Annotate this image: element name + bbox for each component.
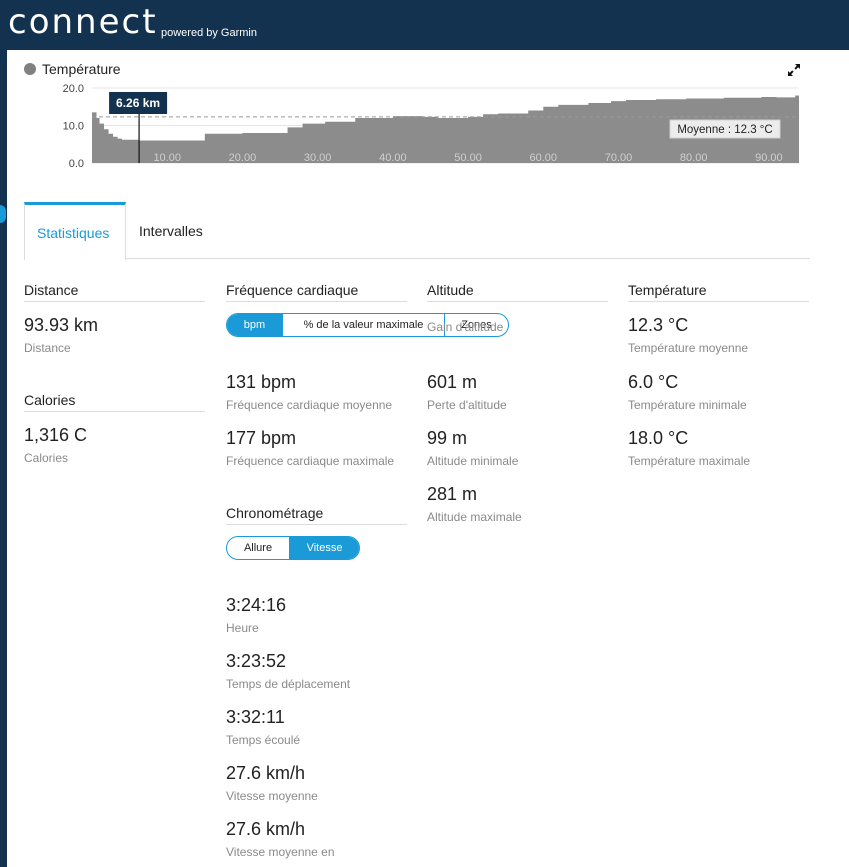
timing-item: 3:24:16 Heure [226, 595, 426, 635]
altitude-label: Altitude minimale [427, 454, 519, 468]
temperature-title: Température [628, 282, 809, 302]
altitude-value: 99 m [427, 428, 468, 448]
connect-logo[interactable]: connect [8, 2, 158, 42]
tab-statistiques[interactable]: Statistiques [24, 202, 126, 260]
x-tick-label: 40.00 [379, 152, 407, 164]
temperature-stat: 6.0 °C Température minimale [628, 372, 828, 412]
temperature-stat: 12.3 °C Température moyenne [628, 315, 828, 355]
altitude-title: Altitude [427, 282, 608, 302]
altitude-stat: 281 m Altitude maximale [427, 484, 627, 524]
timing-value: 27.6 km/h [226, 763, 306, 783]
timing-value: 27.6 km/h [226, 819, 306, 839]
distance-label: Distance [24, 341, 71, 355]
seg-percent-max[interactable]: % de la valeur maximale [283, 314, 445, 336]
calories-value: 1,316 C [24, 425, 88, 445]
hr-avg-label: Fréquence cardiaque moyenne [226, 398, 393, 412]
x-tick-label: 60.00 [530, 152, 558, 164]
chart-legend[interactable]: Température [24, 61, 121, 77]
x-tick-label: 50.00 [454, 152, 482, 164]
x-tick-label: 30.00 [304, 152, 332, 164]
altitude-stat: Gain d'altitude [427, 315, 627, 334]
calories-title: Calories [24, 392, 205, 412]
temperature-value: 6.0 °C [628, 372, 679, 392]
timing-title: Chronométrage [226, 505, 407, 525]
tab-bar: Statistiques Intervalles [24, 202, 810, 260]
y-tick-label: 0.0 [69, 158, 84, 170]
distance-title: Distance [24, 282, 205, 302]
x-tick-label: 70.00 [605, 152, 633, 164]
timing-label: Temps de déplacement [226, 677, 351, 691]
left-rail [0, 50, 7, 867]
average-label: Moyenne : 12.3 °C [677, 124, 772, 136]
altitude-label: Gain d'altitude [427, 320, 504, 334]
temperature-value: 18.0 °C [628, 428, 689, 448]
rail-handle[interactable] [0, 205, 6, 223]
x-tick-label: 90.00 [755, 152, 783, 164]
heart-rate-column: Fréquence cardiaque bpm % de la valeur m… [226, 282, 509, 859]
altitude-label: Perte d'altitude [427, 398, 507, 412]
x-tick-label: 10.00 [153, 152, 181, 164]
timing-section: Chronométrage Allure Vitesse 3:24:16 Heu… [226, 505, 407, 859]
altitude-value: 281 m [427, 484, 478, 504]
timing-item: 3:32:11 Temps écoulé [226, 707, 426, 747]
calories-label: Calories [24, 451, 69, 465]
altitude-label: Altitude maximale [427, 510, 522, 524]
hr-max-value: 177 bpm [226, 428, 297, 448]
seg-vitesse[interactable]: Vitesse [290, 537, 359, 559]
altitude-stat: 99 m Altitude minimale [427, 428, 627, 468]
logo-subtitle: powered by Garmin [161, 27, 257, 39]
timing-value: 3:24:16 [226, 595, 287, 615]
legend-label: Température [42, 61, 121, 77]
timing-value: 3:23:52 [226, 651, 287, 671]
altitude-value: 601 m [427, 372, 478, 392]
timing-label: Heure [226, 621, 259, 635]
x-tick-label: 20.00 [229, 152, 257, 164]
expand-icon[interactable] [787, 63, 801, 77]
timing-label: Temps écoulé [226, 733, 301, 747]
temperature-value: 12.3 °C [628, 315, 689, 335]
hr-avg-value: 131 bpm [226, 372, 297, 392]
y-tick-label: 10.0 [63, 121, 84, 133]
marker-label: 6.26 km [116, 96, 160, 110]
calories-stat: 1,316 C Calories [24, 425, 224, 465]
distance-value: 93.93 km [24, 315, 99, 335]
temperature-chart[interactable]: 0.0 10.0 20.0 10.00 20.00 30.00 40.00 50.00 60.0… [7, 78, 849, 198]
top-bar: connect powered by Garmin [0, 0, 849, 50]
x-tick-label: 80.00 [680, 152, 708, 164]
seg-allure[interactable]: Allure [227, 537, 290, 559]
calories-section: Calories 1,316 C Calories [24, 392, 205, 465]
timing-toggle: Allure Vitesse [226, 536, 360, 560]
y-tick-label: 20.0 [63, 83, 84, 95]
heart-rate-title: Fréquence cardiaque [226, 282, 407, 302]
hr-max-stat: 177 bpm Fréquence cardiaque maximale [226, 428, 426, 468]
tab-intervalles[interactable]: Intervalles [127, 202, 215, 259]
hr-avg-stat: 131 bpm Fréquence cardiaque moyenne [226, 372, 426, 412]
hr-max-label: Fréquence cardiaque maximale [226, 454, 395, 468]
timing-label: Vitesse moyenne [226, 789, 318, 803]
timing-value: 3:32:11 [226, 707, 285, 727]
timing-label: Vitesse moyenne en [226, 845, 335, 859]
temperature-stat: 18.0 °C Température maximale [628, 428, 828, 468]
distance-stat: 93.93 km Distance [24, 315, 224, 355]
altitude-stat: 601 m Perte d'altitude [427, 372, 627, 412]
legend-dot [24, 63, 36, 75]
timing-item: 27.6 km/h Vitesse moyenne [226, 763, 426, 803]
timing-item: 3:23:52 Temps de déplacement [226, 651, 426, 691]
temperature-column: Température 12.3 °C Température moyenne … [628, 282, 809, 468]
timing-item: 27.6 km/h Vitesse moyenne en [226, 819, 426, 859]
temperature-label: Température moyenne [628, 341, 749, 355]
altitude-column: Altitude Gain d'altitude 601 m Perte d'a… [427, 282, 608, 524]
distance-column: Distance 93.93 km Distance Calories 1,31… [24, 282, 205, 465]
temperature-label: Température maximale [628, 454, 751, 468]
main-content: Température 0.0 10.0 20.0 10.00 20.00 30.00 40… [7, 50, 849, 867]
temperature-label: Température minimale [628, 398, 747, 412]
seg-bpm[interactable]: bpm [227, 314, 283, 336]
